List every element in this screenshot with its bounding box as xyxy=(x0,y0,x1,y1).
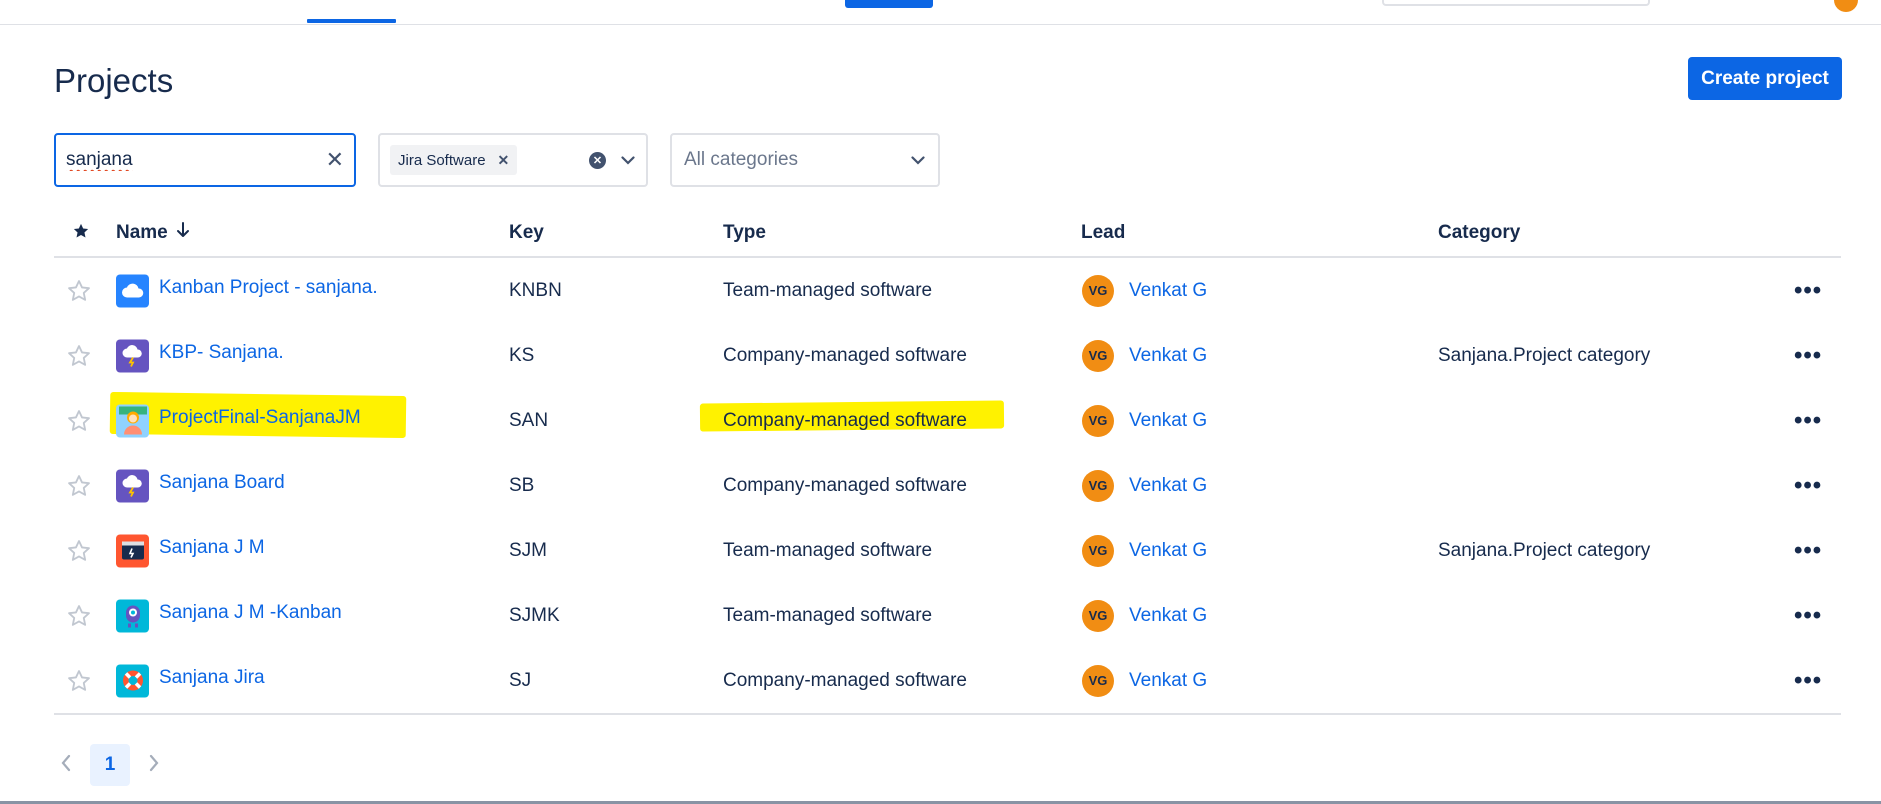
table-row: Kanban Project - sanjana. KNBN Team-mana… xyxy=(54,258,1841,323)
lead-name-link[interactable]: Venkat G xyxy=(1129,475,1207,497)
project-category: Sanjana.Project category xyxy=(1438,344,1651,366)
project-key: KS xyxy=(509,344,535,366)
lead-name-link[interactable]: Venkat G xyxy=(1129,345,1207,367)
lead-avatar[interactable]: VG xyxy=(1082,274,1114,307)
project-key: SJMK xyxy=(509,604,560,626)
product-chip: Jira Software ✕ xyxy=(390,145,518,175)
project-key: SAN xyxy=(509,409,549,431)
project-key: SJ xyxy=(509,669,532,691)
project-type: Team-managed software xyxy=(723,604,933,626)
project-type: Company-managed software xyxy=(723,409,967,431)
project-name-link[interactable]: Sanjana J M -Kanban xyxy=(159,602,342,624)
star-icon[interactable] xyxy=(66,603,92,629)
robot-icon xyxy=(116,599,149,632)
column-header-key[interactable]: Key xyxy=(509,222,544,244)
project-type: Team-managed software xyxy=(723,539,933,561)
search-field[interactable]: ✕ xyxy=(54,133,356,187)
lead-avatar[interactable]: VG xyxy=(1082,339,1114,372)
product-filter-select[interactable]: Jira Software ✕ ✕ xyxy=(378,133,648,187)
table-row: Sanjana Board SB Company-managed softwar… xyxy=(54,453,1841,518)
lead-avatar[interactable]: VG xyxy=(1082,404,1114,437)
project-name-link[interactable]: Kanban Project - sanjana. xyxy=(159,277,378,299)
terminal-icon xyxy=(116,534,149,567)
lead-avatar[interactable]: VG xyxy=(1082,664,1114,697)
more-actions-icon[interactable]: ••• xyxy=(1794,537,1822,565)
star-icon[interactable] xyxy=(66,473,92,499)
table-row: ProjectFinal-SanjanaJM SAN Company-manag… xyxy=(54,388,1841,453)
remove-chip-icon[interactable]: ✕ xyxy=(498,152,510,169)
project-type: Company-managed software xyxy=(723,344,967,366)
project-name-link[interactable]: Sanjana Jira xyxy=(159,667,265,689)
more-actions-icon[interactable]: ••• xyxy=(1794,342,1822,370)
projects-table: Name Key Type Lead Category Kanban Proje… xyxy=(54,212,1841,715)
table-row: Sanjana J M SJM Team-managed software VG… xyxy=(54,518,1841,583)
star-icon[interactable] xyxy=(66,668,92,694)
lead-name-link[interactable]: Venkat G xyxy=(1129,410,1207,432)
project-key: SJM xyxy=(509,539,547,561)
star-icon[interactable] xyxy=(66,343,92,369)
nav-search-input[interactable] xyxy=(1382,0,1650,6)
column-header-lead[interactable]: Lead xyxy=(1081,222,1125,244)
column-header-name-label: Name xyxy=(116,222,168,243)
project-name-link[interactable]: KBP- Sanjana. xyxy=(159,342,284,364)
lead-avatar[interactable]: VG xyxy=(1082,599,1114,632)
person-icon xyxy=(116,404,149,437)
product-chip-label: Jira Software xyxy=(398,151,486,169)
star-icon[interactable] xyxy=(66,538,92,564)
page-title: Projects xyxy=(54,62,174,99)
more-actions-icon[interactable]: ••• xyxy=(1794,472,1822,500)
table-row: Sanjana Jira SJ Company-managed software… xyxy=(54,648,1841,715)
lifebuoy-icon xyxy=(116,664,149,697)
more-actions-icon[interactable]: ••• xyxy=(1794,602,1822,630)
lead-name-link[interactable]: Venkat G xyxy=(1129,540,1207,562)
star-icon[interactable] xyxy=(66,278,92,304)
storm-cloud-icon xyxy=(116,339,149,372)
lead-name-link[interactable]: Venkat G xyxy=(1129,670,1207,692)
star-icon[interactable] xyxy=(66,408,92,434)
project-name-link[interactable]: Sanjana J M xyxy=(159,537,265,559)
column-header-type[interactable]: Type xyxy=(723,222,766,244)
table-header: Name Key Type Lead Category xyxy=(54,212,1841,258)
category-filter-select[interactable]: All categories xyxy=(670,133,940,187)
lead-name-link[interactable]: Venkat G xyxy=(1129,280,1207,302)
top-navigation xyxy=(0,0,1881,25)
project-key: SB xyxy=(509,474,535,496)
project-type: Company-managed software xyxy=(723,474,967,496)
cloud-icon xyxy=(116,274,149,307)
category-placeholder: All categories xyxy=(684,149,799,170)
starred-column-icon xyxy=(72,222,90,240)
chevron-down-icon[interactable] xyxy=(910,152,926,168)
next-page-icon[interactable] xyxy=(148,752,160,778)
clear-filter-icon[interactable]: ✕ xyxy=(589,151,606,169)
lead-avatar[interactable]: VG xyxy=(1082,469,1114,502)
user-avatar[interactable] xyxy=(1834,0,1858,12)
create-project-button[interactable]: Create project xyxy=(1688,57,1842,100)
more-actions-icon[interactable]: ••• xyxy=(1794,277,1822,305)
more-actions-icon[interactable]: ••• xyxy=(1794,667,1822,695)
column-header-category[interactable]: Category xyxy=(1438,222,1520,244)
active-nav-tab-indicator[interactable] xyxy=(307,19,396,23)
more-actions-icon[interactable]: ••• xyxy=(1794,407,1822,435)
lead-name-link[interactable]: Venkat G xyxy=(1129,605,1207,627)
page-button-current[interactable]: 1 xyxy=(90,744,130,786)
chevron-down-icon[interactable] xyxy=(620,152,636,168)
project-category: Sanjana.Project category xyxy=(1438,539,1651,561)
project-name-link[interactable]: Sanjana Board xyxy=(159,472,285,494)
search-input[interactable] xyxy=(66,149,326,171)
pagination: 1 xyxy=(60,744,160,786)
table-row: KBP- Sanjana. KS Company-managed softwar… xyxy=(54,323,1841,388)
lead-avatar[interactable]: VG xyxy=(1082,534,1114,567)
project-type: Team-managed software xyxy=(723,279,933,301)
project-type: Company-managed software xyxy=(723,669,967,691)
project-key: KNBN xyxy=(509,279,562,301)
previous-page-icon[interactable] xyxy=(60,752,72,778)
project-name-link[interactable]: ProjectFinal-SanjanaJM xyxy=(159,407,361,429)
table-row: Sanjana J M -Kanban SJMK Team-managed so… xyxy=(54,583,1841,648)
column-header-name[interactable]: Name xyxy=(116,222,190,244)
nav-create-button[interactable] xyxy=(845,0,933,8)
clear-search-icon[interactable]: ✕ xyxy=(326,149,344,171)
storm-cloud-icon xyxy=(116,469,149,502)
sort-arrow-down-icon xyxy=(176,222,190,244)
